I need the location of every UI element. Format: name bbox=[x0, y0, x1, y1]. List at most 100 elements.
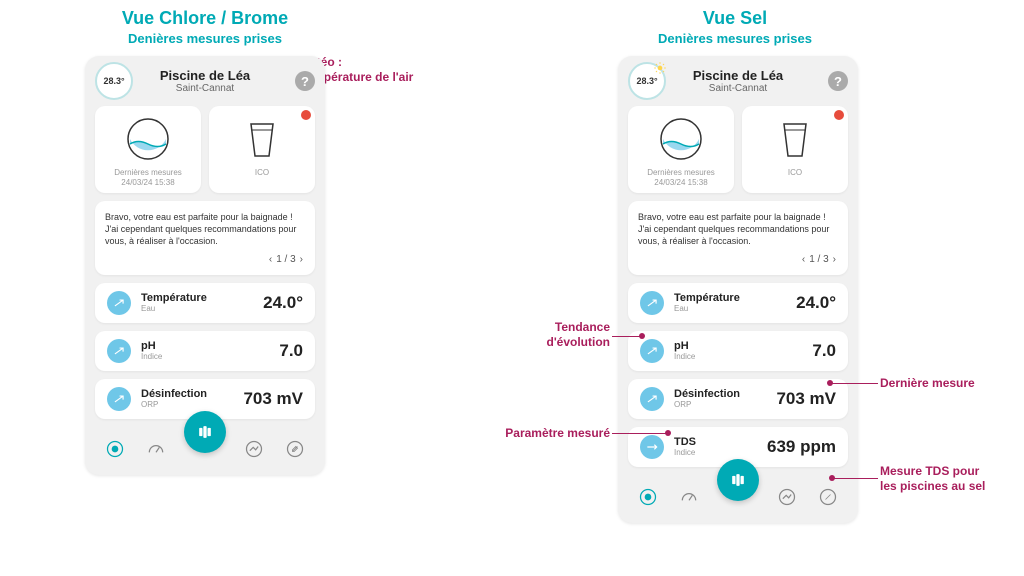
pager[interactable]: ‹ 1 / 3 › bbox=[105, 254, 305, 265]
nav-chart-icon[interactable] bbox=[775, 485, 799, 509]
tile-measures[interactable]: Dernières mesures 24/03/24 15:38 bbox=[95, 106, 201, 193]
nav-edit-icon[interactable] bbox=[283, 437, 307, 461]
metric-ph[interactable]: pHIndice 7.0 bbox=[95, 331, 315, 371]
weather-temp: 28.3° bbox=[103, 76, 124, 86]
metric-name: TDS bbox=[674, 436, 767, 448]
ico-device-icon bbox=[237, 114, 287, 164]
annotation-dot bbox=[639, 333, 645, 339]
metric-sub: ORP bbox=[674, 400, 776, 409]
weather-badge[interactable]: 28.3° bbox=[628, 62, 666, 100]
metric-sub: Indice bbox=[674, 352, 812, 361]
metric-name: pH bbox=[141, 340, 279, 352]
fab-button[interactable] bbox=[717, 459, 759, 501]
pool-location: Saint-Cannat bbox=[160, 83, 250, 94]
annotation-line bbox=[832, 478, 878, 479]
pool-location: Saint-Cannat bbox=[693, 83, 783, 94]
help-button[interactable]: ? bbox=[295, 71, 315, 91]
weather-temp: 28.3° bbox=[636, 76, 657, 86]
view-subtitle-right: Denières mesures prises bbox=[620, 31, 850, 46]
tile-ico-label: ICO bbox=[788, 168, 802, 178]
metric-value: 703 mV bbox=[776, 389, 836, 409]
pager-label: 1 / 3 bbox=[276, 254, 295, 265]
pool-name: Piscine de Léa bbox=[693, 68, 783, 83]
metric-disinfection[interactable]: DésinfectionORP 703 mV bbox=[628, 379, 848, 419]
header: 28.3° Piscine de Léa Saint-Cannat ? bbox=[628, 66, 848, 102]
fab-button[interactable] bbox=[184, 411, 226, 453]
tile-measures-label: Dernières mesures 24/03/24 15:38 bbox=[647, 168, 715, 187]
trend-up-icon bbox=[107, 387, 131, 411]
trend-up-icon bbox=[640, 387, 664, 411]
pool-icon bbox=[656, 114, 706, 164]
phone-screen-right: 28.3° Piscine de Léa Saint-Cannat ? Dern… bbox=[618, 56, 858, 523]
metric-sub: ORP bbox=[141, 400, 243, 409]
phone-screen-left: 28.3° Piscine de Léa Saint-Cannat ? Dern… bbox=[85, 56, 325, 475]
metric-sub: Indice bbox=[141, 352, 279, 361]
trend-up-icon bbox=[640, 291, 664, 315]
alert-icon bbox=[301, 110, 311, 120]
metric-name: Désinfection bbox=[674, 388, 776, 400]
tile-ico-label: ICO bbox=[255, 168, 269, 178]
sun-icon bbox=[653, 61, 667, 75]
header: 28.3° Piscine de Léa Saint-Cannat ? bbox=[95, 66, 315, 102]
annotation-line bbox=[612, 433, 668, 434]
metric-sub: Eau bbox=[674, 304, 796, 313]
metric-name: Température bbox=[674, 292, 796, 304]
nav-gauge-icon[interactable] bbox=[144, 437, 168, 461]
alert-icon bbox=[834, 110, 844, 120]
trend-up-icon bbox=[107, 339, 131, 363]
view-subtitle-left: Denières mesures prises bbox=[90, 31, 320, 46]
bottom-nav bbox=[628, 477, 848, 517]
metric-value: 7.0 bbox=[279, 341, 303, 361]
chevron-left-icon[interactable]: ‹ bbox=[269, 254, 272, 265]
annotation-dot bbox=[827, 380, 833, 386]
message-card[interactable]: Bravo, votre eau est parfaite pour la ba… bbox=[95, 201, 315, 274]
metric-temperature[interactable]: TempératureEau 24.0° bbox=[628, 283, 848, 323]
metric-ph[interactable]: pHIndice 7.0 bbox=[628, 331, 848, 371]
pager[interactable]: ‹ 1 / 3 › bbox=[638, 254, 838, 265]
message-card[interactable]: Bravo, votre eau est parfaite pour la ba… bbox=[628, 201, 848, 274]
chevron-left-icon[interactable]: ‹ bbox=[802, 254, 805, 265]
pool-icon bbox=[123, 114, 173, 164]
trend-up-icon bbox=[640, 339, 664, 363]
annotation-line bbox=[830, 383, 878, 384]
help-button[interactable]: ? bbox=[828, 71, 848, 91]
annotation-tds: Mesure TDS pour les piscines au sel bbox=[880, 464, 985, 494]
tile-ico[interactable]: ICO bbox=[209, 106, 315, 193]
bottom-nav bbox=[95, 429, 315, 469]
tile-measures-label: Dernières mesures 24/03/24 15:38 bbox=[114, 168, 182, 187]
tile-measures[interactable]: Dernières mesures 24/03/24 15:38 bbox=[628, 106, 734, 193]
metric-sub: Eau bbox=[141, 304, 263, 313]
message-text: Bravo, votre eau est parfaite pour la ba… bbox=[638, 211, 838, 247]
pool-name: Piscine de Léa bbox=[160, 68, 250, 83]
metric-value: 24.0° bbox=[263, 293, 303, 313]
chevron-right-icon[interactable]: › bbox=[833, 254, 836, 265]
nav-home-icon[interactable] bbox=[636, 485, 660, 509]
annotation-dot bbox=[665, 430, 671, 436]
annotation-line bbox=[612, 336, 642, 337]
annotation-param: Paramètre mesuré bbox=[490, 426, 610, 441]
nav-home-icon[interactable] bbox=[103, 437, 127, 461]
metric-name: pH bbox=[674, 340, 812, 352]
metric-name: Désinfection bbox=[141, 388, 243, 400]
weather-badge[interactable]: 28.3° bbox=[95, 62, 133, 100]
metric-value: 24.0° bbox=[796, 293, 836, 313]
pager-label: 1 / 3 bbox=[809, 254, 828, 265]
metric-value: 703 mV bbox=[243, 389, 303, 409]
trend-up-icon bbox=[107, 291, 131, 315]
annotation-trend: Tendance d'évolution bbox=[520, 320, 610, 350]
chevron-right-icon[interactable]: › bbox=[300, 254, 303, 265]
annotation-last-measure: Dernière mesure bbox=[880, 376, 975, 391]
annotation-dot bbox=[829, 475, 835, 481]
nav-chart-icon[interactable] bbox=[242, 437, 266, 461]
metric-sub: Indice bbox=[674, 448, 767, 457]
tile-ico[interactable]: ICO bbox=[742, 106, 848, 193]
message-text: Bravo, votre eau est parfaite pour la ba… bbox=[105, 211, 305, 247]
nav-edit-icon[interactable] bbox=[816, 485, 840, 509]
metric-value: 7.0 bbox=[812, 341, 836, 361]
nav-gauge-icon[interactable] bbox=[677, 485, 701, 509]
ico-device-icon bbox=[770, 114, 820, 164]
metric-value: 639 ppm bbox=[767, 437, 836, 457]
view-title-left: Vue Chlore / Brome bbox=[90, 8, 320, 29]
view-title-right: Vue Sel bbox=[620, 8, 850, 29]
metric-temperature[interactable]: TempératureEau 24.0° bbox=[95, 283, 315, 323]
